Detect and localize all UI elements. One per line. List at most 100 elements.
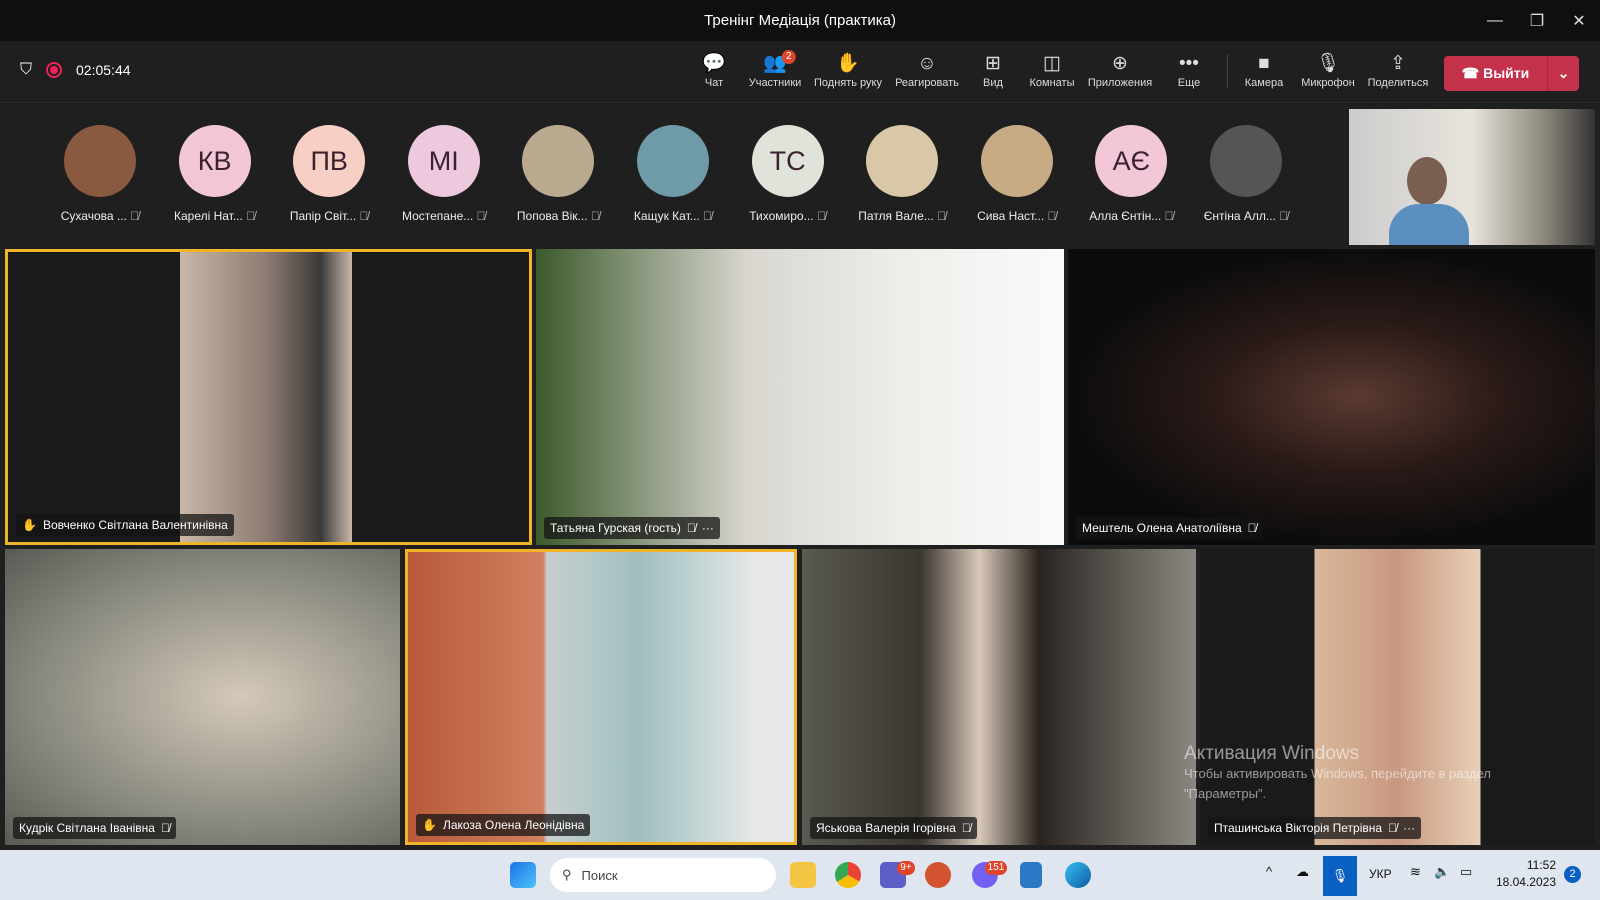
toolbar-button-5[interactable]: ◫ Комнаты: [1030, 51, 1075, 89]
more-options-icon[interactable]: ···: [702, 521, 714, 535]
video-tile[interactable]: Мештель Олена Анатоліївна 🎙̸: [1068, 249, 1595, 545]
toolbar-label: Комнаты: [1029, 77, 1075, 89]
tile-name-label: Кудрік Світлана Іванівна 🎙̸: [13, 817, 176, 839]
participant-avatar-item[interactable]: Попова Вік... 🎙̸: [502, 125, 614, 223]
leave-button[interactable]: ☎ Выйти ⌄: [1444, 56, 1579, 91]
toolbar-button-2[interactable]: ✋ Поднять руку: [814, 51, 882, 89]
close-button[interactable]: ✕: [1558, 0, 1600, 41]
toolbar-icon: •••: [1179, 51, 1199, 77]
edge-icon[interactable]: [1065, 862, 1091, 888]
mic-off-icon: 🎙̸: [937, 209, 947, 223]
shield-icon: ⛉: [20, 61, 33, 78]
toolbar-icon: ◫: [1043, 51, 1061, 77]
toolbar-button-9[interactable]: 🎙 Микрофон: [1301, 51, 1355, 89]
toolbar-glyph: ☺: [917, 53, 937, 74]
mic-off-icon: 🎙̸: [1388, 821, 1398, 835]
clock[interactable]: 11:52 18.04.2023: [1490, 857, 1556, 891]
more-options-icon[interactable]: ···: [1403, 821, 1415, 835]
chrome-icon[interactable]: [835, 862, 861, 888]
toolbar-icon: ✋: [836, 51, 860, 77]
mic-off-icon: 🎙̸: [1164, 209, 1174, 223]
restore-button[interactable]: ❐: [1516, 0, 1558, 41]
video-tile[interactable]: ✋ Вовченко Світлана Валентинівна: [5, 249, 532, 545]
mic-off-icon: 🎙̸: [1247, 521, 1257, 535]
language-indicator[interactable]: УКР: [1369, 867, 1392, 881]
toolbar-button-8[interactable]: ■ Камера: [1245, 51, 1283, 89]
file-explorer-icon[interactable]: [790, 862, 816, 888]
leave-text: Выйти: [1483, 65, 1530, 81]
teams-badge: 9+: [897, 861, 915, 875]
participant-avatar-item[interactable]: Кащук Кат... 🎙̸: [617, 125, 729, 223]
viber-icon[interactable]: 151: [972, 861, 1007, 888]
onedrive-icon[interactable]: ☁: [1296, 864, 1309, 880]
toolbar-icon: 💬: [702, 51, 726, 77]
participant-name: Мостепане...: [401, 209, 474, 223]
powerpoint-icon[interactable]: [925, 862, 951, 888]
mic-off-icon: 🎙̸: [1279, 209, 1289, 223]
video-tile[interactable]: Кудрік Світлана Іванівна 🎙̸: [5, 549, 400, 845]
participant-name: Сива Наст...: [977, 209, 1045, 223]
avatar-initials: ТС: [769, 145, 806, 176]
volume-icon[interactable]: 🔈: [1434, 864, 1450, 880]
video-tile[interactable]: Яськова Валерія Ігорівна 🎙̸: [802, 549, 1196, 845]
mic-off-icon: 🎙̸: [590, 209, 600, 223]
participant-name: Вовченко Світлана Валентинівна: [42, 518, 228, 532]
minimize-button[interactable]: —: [1474, 0, 1516, 41]
participants-badge: 2: [781, 50, 796, 64]
video-tile[interactable]: Татьяна Гурская (гость) 🎙̸ ···: [536, 249, 1064, 545]
taskbar-search[interactable]: ⚲ Поиск: [550, 858, 776, 892]
avatar: [522, 125, 595, 197]
toolbar-glyph: ⊞: [985, 53, 1001, 74]
mic-off-icon: 🎙̸: [476, 209, 486, 223]
mic-off-icon: 🎙̸: [1047, 209, 1057, 223]
participant-avatar-item[interactable]: Сива Наст... 🎙̸: [961, 125, 1073, 223]
search-icon: ⚲: [562, 867, 572, 882]
tile-name-label: Татьяна Гурская (гость) 🎙̸ ···: [544, 517, 720, 539]
toolbar-glyph: ◫: [1043, 53, 1061, 74]
windows-activation-watermark: Активация Windows Чтобы активировать Win…: [1184, 744, 1491, 804]
toolbar-button-4[interactable]: ⊞ Вид: [983, 51, 1003, 89]
avatar: [637, 125, 709, 197]
participant-avatar-item[interactable]: Сухачова ... 🎙̸: [44, 125, 156, 223]
toolbar-glyph: ⇪: [1390, 53, 1406, 74]
toolbar-button-6[interactable]: ⊕ Приложения: [1088, 51, 1152, 89]
participant-avatar-item[interactable]: МІ Мостепане... 🎙̸: [388, 125, 500, 223]
avatar-initials: ПВ: [310, 145, 348, 176]
toolbar-button-0[interactable]: 💬 Чат: [702, 51, 726, 89]
toolbar-label: Камера: [1244, 77, 1284, 89]
wifi-icon[interactable]: ≋: [1410, 864, 1421, 880]
toolbar-glyph: ⊕: [1112, 53, 1128, 74]
microphone-icon[interactable]: 🎙: [1323, 856, 1357, 896]
battery-icon[interactable]: ▭: [1460, 864, 1472, 880]
participant-avatar-item[interactable]: АЄ Алла Єнтін... 🎙̸: [1075, 125, 1187, 223]
participant-name: Карелі Нат...: [173, 209, 243, 223]
toolbar-button-7[interactable]: ••• Еще: [1178, 51, 1200, 89]
mic-off-icon: 🎙̸: [246, 209, 256, 223]
participant-name: Папір Світ...: [289, 209, 357, 223]
windows-start-icon[interactable]: [510, 862, 536, 888]
participant-avatar-item[interactable]: Єнтіна Алл... 🎙̸: [1190, 125, 1302, 223]
chevron-down-icon[interactable]: ⌄: [1547, 56, 1579, 91]
participant-avatar-item[interactable]: ПВ Папір Світ... 🎙̸: [273, 125, 385, 223]
participant-avatar-item[interactable]: Патля Вале... 🎙̸: [846, 125, 958, 223]
notification-badge[interactable]: 2: [1564, 866, 1581, 883]
meeting-toolbar: ⛉ 02:05:44 💬 Чат 👥 2 Участники ✋ Поднять руку ☺…: [0, 41, 1600, 103]
recording-icon: [46, 62, 63, 78]
tile-name-label: Яськова Валерія Ігорівна 🎙̸: [810, 817, 977, 839]
watermark-line1: Чтобы активировать Windows, перейдите в …: [1184, 766, 1491, 781]
tile-name-label: ✋ Лакоза Олена Леонідівна: [416, 814, 591, 836]
participant-name: Лакоза Олена Леонідівна: [442, 818, 585, 832]
teams-icon[interactable]: 9+: [880, 861, 915, 888]
self-video[interactable]: [1349, 109, 1595, 245]
toolbar-button-10[interactable]: ⇪ Поделиться: [1368, 51, 1429, 89]
document-icon[interactable]: [1020, 862, 1042, 888]
toolbar-glyph: 🎙: [1315, 53, 1341, 74]
toolbar-button-3[interactable]: ☺ Реагировать: [895, 51, 959, 89]
participant-avatar-item[interactable]: КВ Карелі Нат... 🎙̸: [159, 125, 271, 223]
toolbar-glyph: •••: [1179, 53, 1199, 74]
participant-avatar-item[interactable]: ТС Тихомиро... 🎙̸: [732, 125, 844, 223]
participant-name: Алла Єнтін...: [1089, 209, 1162, 223]
video-tile[interactable]: ✋ Лакоза Олена Леонідівна: [405, 549, 797, 845]
chevron-up-icon[interactable]: ^: [1266, 864, 1272, 879]
toolbar-button-1[interactable]: 👥 2 Участники: [749, 50, 801, 89]
